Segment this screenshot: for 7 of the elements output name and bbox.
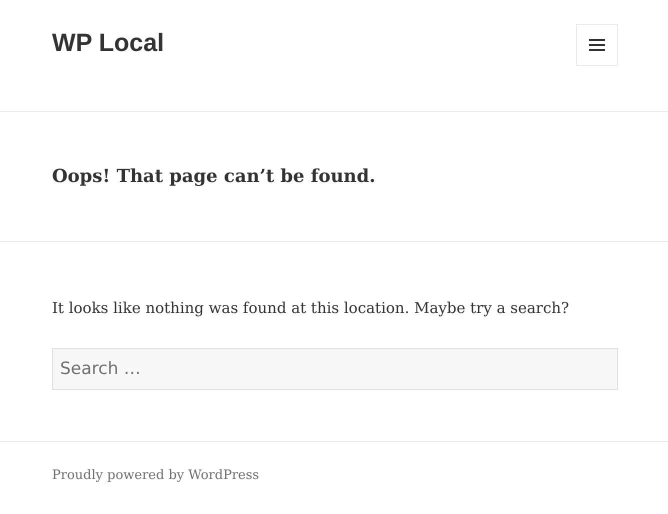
menu-icon bbox=[589, 38, 605, 50]
site-title[interactable]: WP Local bbox=[52, 29, 164, 58]
footer-credit-link[interactable]: Proudly powered by WordPress bbox=[52, 468, 260, 483]
not-found-message: It looks like nothing was found at this location. Maybe try a search? bbox=[52, 298, 570, 319]
menu-button[interactable] bbox=[576, 24, 618, 66]
page-title: Oops! That page can’t be found. bbox=[52, 166, 376, 187]
search-field[interactable]: Search … bbox=[52, 348, 618, 390]
